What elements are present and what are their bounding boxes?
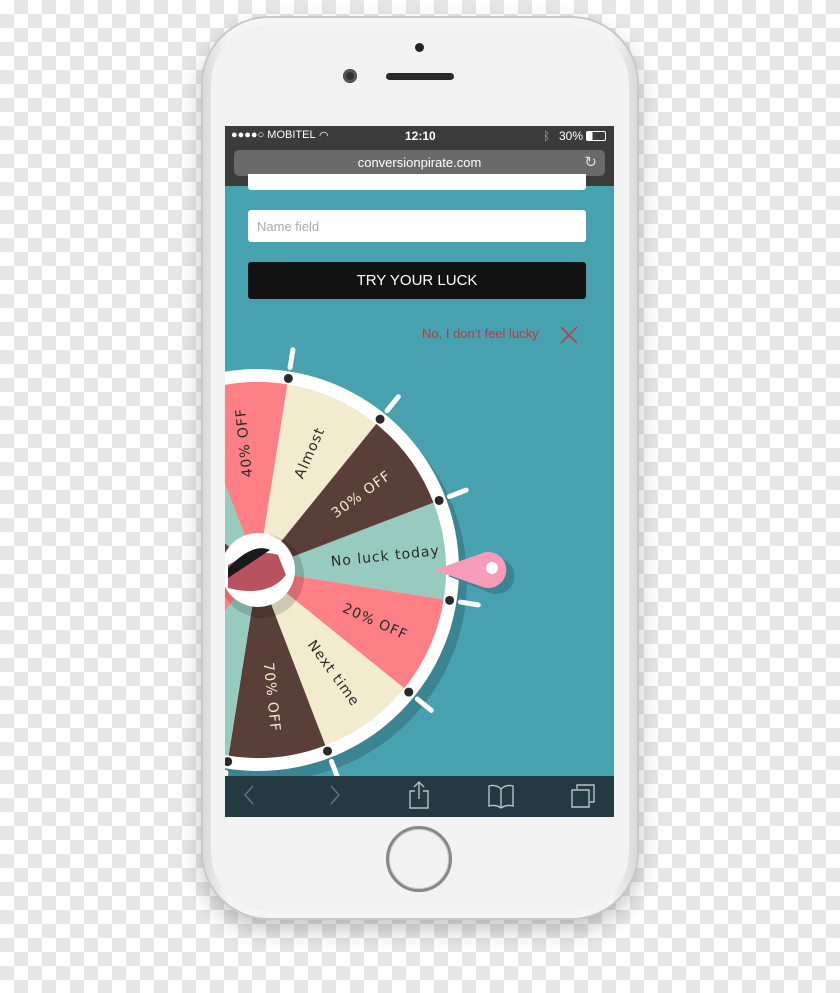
- wheel-peg-dot: [283, 373, 293, 383]
- front-camera: [343, 69, 357, 83]
- wheel-peg-dot: [434, 495, 444, 505]
- battery-icon: [586, 131, 606, 141]
- wheel-peg: [287, 347, 296, 371]
- name-input[interactable]: [248, 210, 586, 242]
- wheel-peg: [457, 599, 481, 608]
- email-field[interactable]: [248, 174, 586, 190]
- sensor: [415, 43, 424, 52]
- wheel-peg-dot: [323, 746, 333, 756]
- try-your-luck-button[interactable]: TRY YOUR LUCK: [248, 262, 586, 299]
- battery-percent: 30%: [559, 129, 584, 143]
- decline-link[interactable]: No, I don't feel lucky: [422, 326, 539, 341]
- name-field[interactable]: [248, 210, 586, 242]
- close-icon[interactable]: [558, 324, 580, 346]
- clock: 12:10: [405, 129, 436, 143]
- back-icon[interactable]: [242, 783, 256, 807]
- wifi-icon: ◠: [319, 130, 329, 142]
- wheel-peg-dot: [445, 595, 455, 605]
- bluetooth-icon: ᛒ: [543, 129, 551, 143]
- carrier: ●●●●○ MOBITEL: [231, 129, 316, 141]
- screen: No luck today 20% OFF Next time 70% OFF 40% …: [225, 126, 614, 817]
- wheel-peg-dot: [404, 687, 414, 697]
- bookmarks-icon[interactable]: [487, 783, 515, 809]
- wheel-peg: [446, 487, 469, 500]
- wheel-peg-dot: [375, 414, 385, 424]
- url-text: conversionpirate.com: [357, 155, 482, 170]
- tabs-icon[interactable]: [570, 783, 596, 809]
- url-field[interactable]: conversionpirate.com ↻: [234, 150, 605, 176]
- status-bar: ●●●●○ MOBITEL ◠ 12:10 ᛒ 30%: [225, 126, 614, 146]
- earpiece-speaker: [386, 73, 454, 80]
- forward-icon[interactable]: [328, 783, 342, 807]
- reload-icon[interactable]: ↻: [584, 150, 597, 176]
- home-button[interactable]: [386, 826, 452, 892]
- browser-toolbar: [225, 776, 614, 817]
- share-icon[interactable]: [407, 780, 431, 810]
- pointer-dot: [486, 562, 498, 574]
- wheel-peg: [384, 394, 401, 414]
